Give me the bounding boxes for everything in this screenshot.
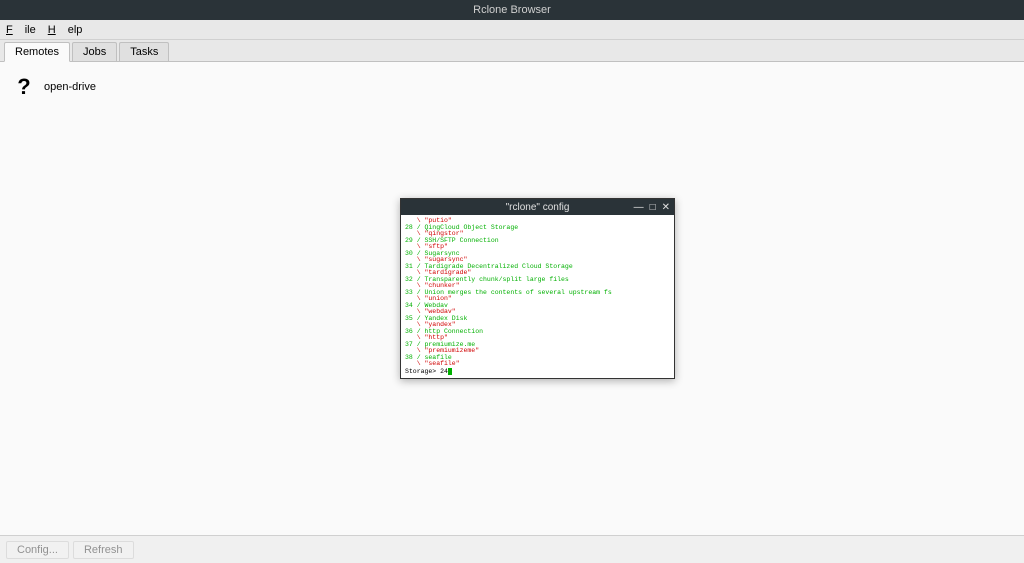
dialog-title: "rclone" config [506,202,570,213]
rclone-config-dialog: "rclone" config — □ ✕ \ "putio" 28 / Qin… [400,198,675,379]
dialog-window-controls: — □ ✕ [634,202,670,213]
remote-label: open-drive [44,81,96,93]
refresh-button[interactable]: Refresh [73,541,134,559]
menu-file[interactable]: File [6,24,36,36]
window-titlebar: Rclone Browser [0,0,1024,20]
unknown-remote-icon: ? [12,74,36,100]
remote-item-open-drive[interactable]: ? open-drive [8,70,100,104]
tab-jobs[interactable]: Jobs [72,42,117,61]
terminal-output[interactable]: \ "putio" 28 / QingCloud Object Storage … [401,215,674,378]
tab-remotes[interactable]: Remotes [4,42,70,62]
storage-input-value: 24 [440,368,448,375]
menu-help[interactable]: Help [48,24,83,36]
window-title: Rclone Browser [473,4,551,16]
tabbar: Remotes Jobs Tasks [0,40,1024,62]
config-button[interactable]: Config... [6,541,69,559]
cursor-icon [448,368,452,375]
maximize-icon[interactable]: □ [650,202,656,213]
menubar: File Help [0,20,1024,40]
storage-prompt: Storage> [405,368,440,375]
bottom-bar: Config... Refresh [0,535,1024,563]
close-icon[interactable]: ✕ [662,202,670,213]
minimize-icon[interactable]: — [634,202,644,213]
tab-tasks[interactable]: Tasks [119,42,169,61]
dialog-titlebar[interactable]: "rclone" config — □ ✕ [401,199,674,215]
